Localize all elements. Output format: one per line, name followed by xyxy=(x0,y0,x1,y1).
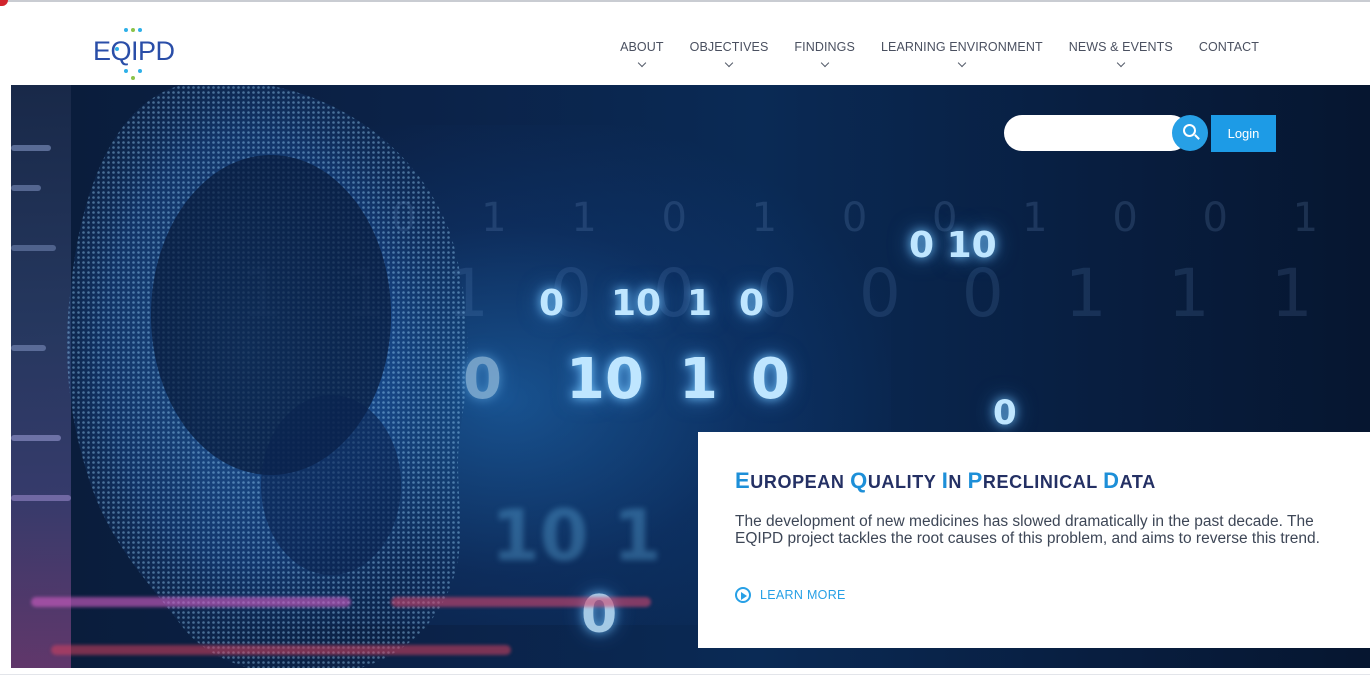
title-word: N xyxy=(948,472,968,492)
binary-digits: 0 xyxy=(739,283,765,324)
chevron-down-icon xyxy=(724,58,734,68)
code-streak xyxy=(31,597,351,607)
learn-more-label: LEARN MORE xyxy=(760,588,846,602)
title-initial: P xyxy=(967,468,983,493)
logo-dot xyxy=(124,69,128,73)
site-logo[interactable]: EQIPD xyxy=(93,24,189,82)
binary-digits: 0 xyxy=(993,393,1017,433)
login-button[interactable]: Login xyxy=(1211,115,1276,152)
chevron-down-icon xyxy=(957,58,967,68)
nav-news-events[interactable]: NEWS & EVENTS xyxy=(1056,40,1186,68)
binary-digits: 0 10 xyxy=(909,225,997,266)
digital-face-illustration xyxy=(67,85,468,668)
title-word: UALITY xyxy=(867,472,942,492)
nav-label: ABOUT xyxy=(620,40,664,54)
logo-dot xyxy=(138,28,142,32)
nav-contact[interactable]: CONTACT xyxy=(1186,40,1272,66)
chevron-down-icon xyxy=(820,58,829,68)
binary-digits: 0 xyxy=(751,347,790,412)
binary-digits: 0 xyxy=(539,283,565,324)
chevron-down-icon xyxy=(637,58,647,68)
hero-info-panel: EUROPEAN QUALITY IN PRECLINICAL DATA The… xyxy=(698,432,1370,648)
nav-about[interactable]: ABOUT xyxy=(607,40,677,68)
title-initial: D xyxy=(1103,468,1120,493)
binary-digits: 1 xyxy=(679,347,718,412)
main-nav: ABOUT OBJECTIVES FINDINGS LEARNING ENVIR… xyxy=(607,40,1272,68)
chevron-down-icon xyxy=(1116,58,1125,68)
logo-dot xyxy=(131,76,135,80)
nav-objectives[interactable]: OBJECTIVES xyxy=(677,40,782,68)
hero-title: EUROPEAN QUALITY IN PRECLINICAL DATA xyxy=(735,468,1156,494)
logo-dot xyxy=(124,28,128,32)
divider xyxy=(0,674,1370,675)
title-word: UROPEAN xyxy=(750,472,851,492)
nav-label: OBJECTIVES xyxy=(689,40,769,54)
title-word: ATA xyxy=(1119,472,1156,492)
hero-description: The development of new medicines has slo… xyxy=(735,513,1320,547)
logo-wordmark: EQIPD xyxy=(93,36,175,66)
nav-label: LEARNING ENVIRONMENT xyxy=(880,40,1043,54)
search-input[interactable] xyxy=(1004,115,1189,151)
binary-digits: 10 xyxy=(611,283,662,324)
search-button[interactable] xyxy=(1172,115,1208,151)
logo-dot xyxy=(131,28,135,32)
title-word: RECLINICAL xyxy=(982,472,1104,492)
blurred-binary: 10 1 xyxy=(491,495,662,577)
binary-background: 0 1 1 0 1 0 0 1 0 0 1 1 1 0 xyxy=(391,195,1370,241)
binary-digits: 0 xyxy=(581,585,618,645)
code-streak xyxy=(391,597,651,607)
nav-label: CONTACT xyxy=(1198,40,1259,54)
site-header: EQIPD ABOUT OBJECTIVES FINDINGS LEARNING… xyxy=(0,2,1370,84)
binary-digits: 0 xyxy=(463,347,502,412)
search-icon-handle xyxy=(1194,134,1200,140)
binary-digits: 10 xyxy=(566,347,644,412)
title-initial: Q xyxy=(850,468,868,493)
binary-digits: 1 xyxy=(687,283,713,324)
hero-banner: 0 1 1 0 1 0 0 1 0 0 1 1 1 0 1 1 1 0 0 0 … xyxy=(11,85,1370,668)
nav-learning-environment[interactable]: LEARNING ENVIRONMENT xyxy=(868,40,1056,68)
nav-label: NEWS & EVENTS xyxy=(1068,40,1173,54)
nav-label: FINDINGS xyxy=(794,40,855,54)
page: EQIPD ABOUT OBJECTIVES FINDINGS LEARNING… xyxy=(0,0,1370,681)
nav-findings[interactable]: FINDINGS xyxy=(781,40,868,68)
play-circle-icon xyxy=(735,587,751,603)
logo-dot xyxy=(138,69,142,73)
code-streak xyxy=(51,645,511,655)
learn-more-link[interactable]: LEARN MORE xyxy=(735,587,846,603)
title-initial: E xyxy=(735,468,751,493)
